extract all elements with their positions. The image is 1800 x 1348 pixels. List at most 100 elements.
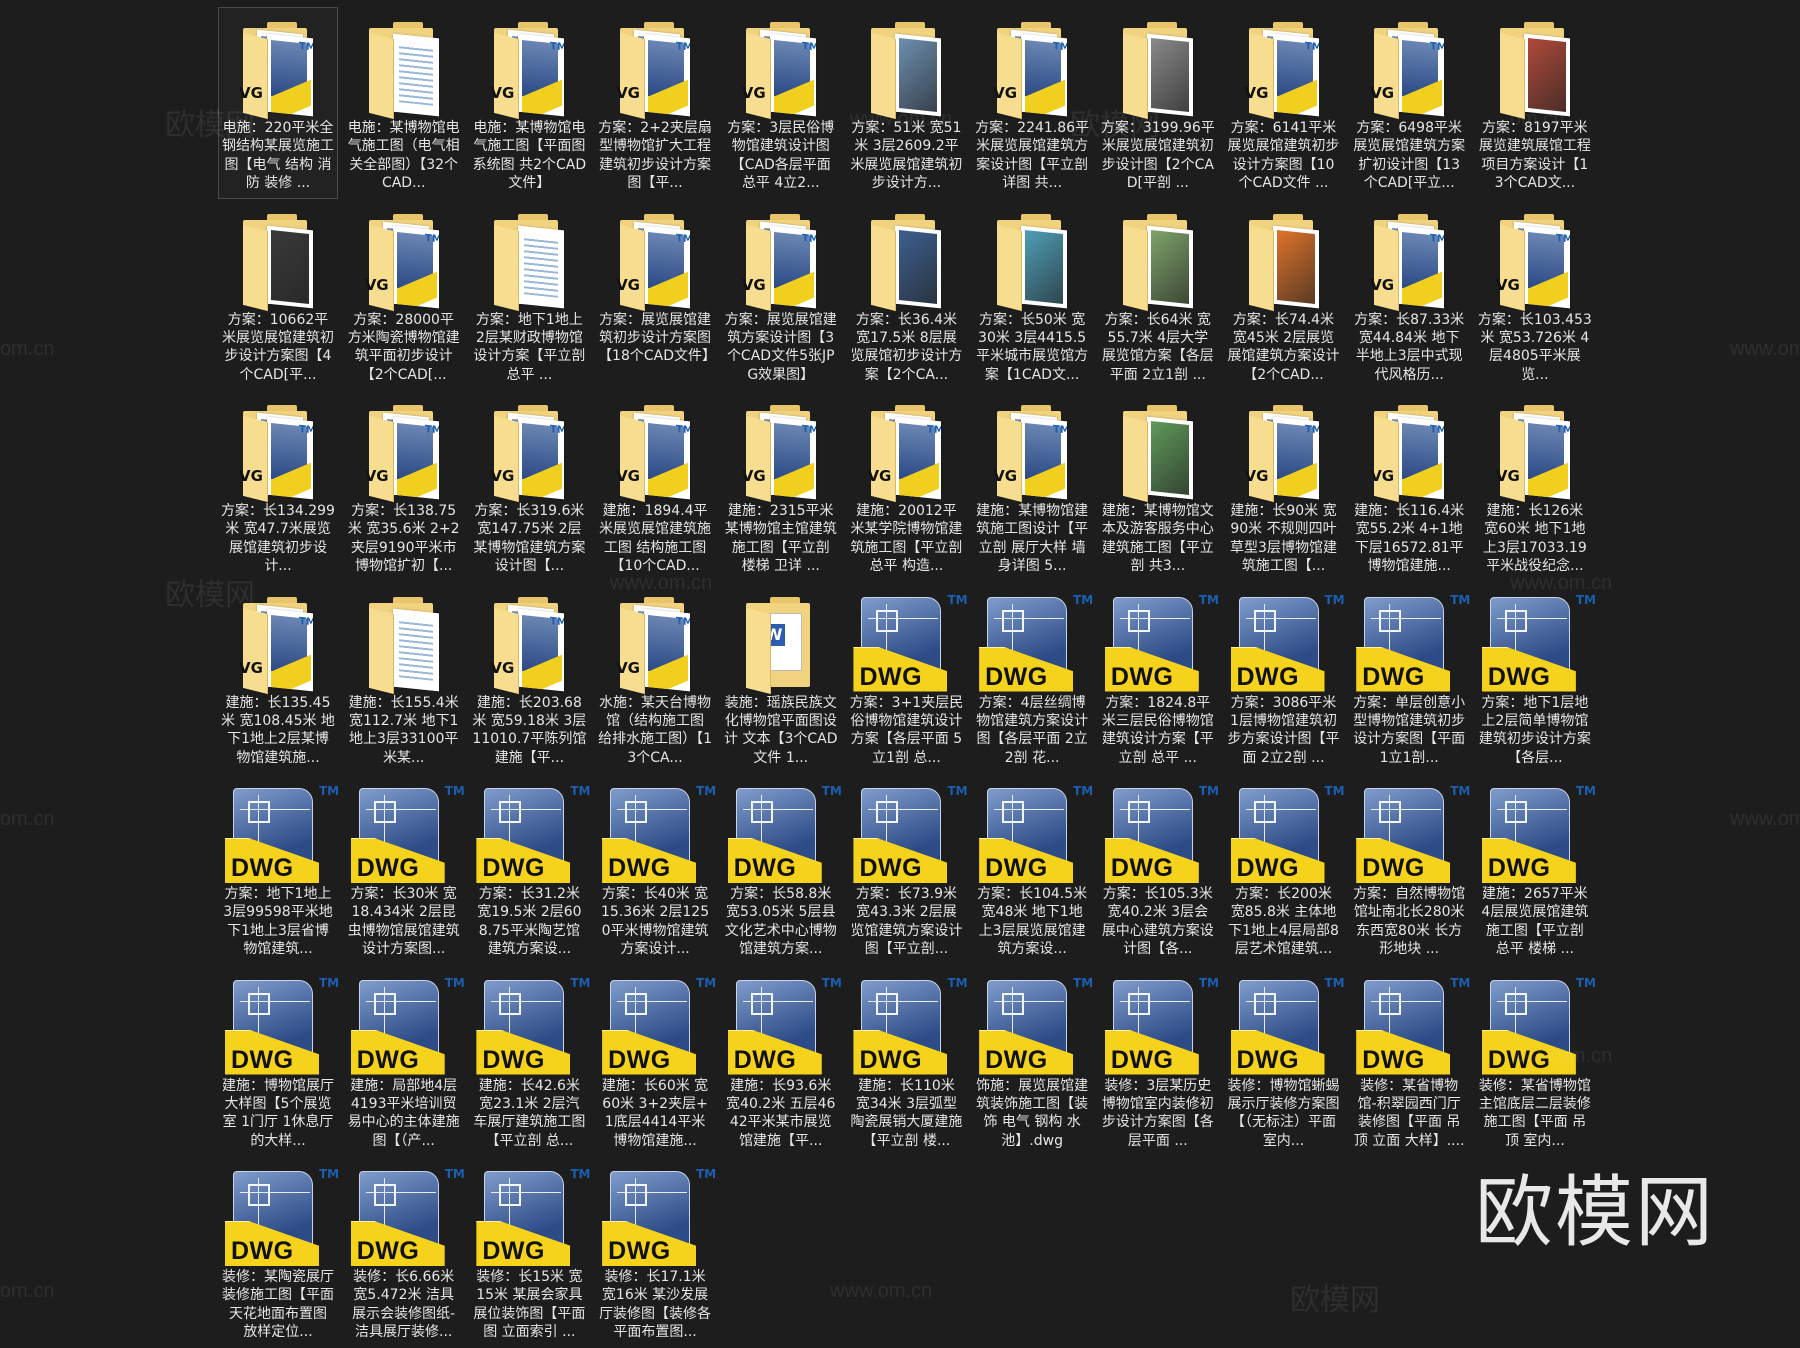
- file-item[interactable]: 建施：某博物馆文本及游客服务中心建筑施工图【平立剖 共3...: [1098, 390, 1218, 582]
- file-name-label: 电施：某博物馆电气施工图（电气相关全部图）【32个CAD...: [347, 120, 460, 192]
- file-item[interactable]: TM TM VG方案：6498平米展览展馆建筑方案扩初设计图【13个CAD[平立…: [1349, 7, 1469, 199]
- file-item[interactable]: TM TM VG方案：长87.33米 宽44.84米 地下半地上3层中式现代风格…: [1349, 199, 1469, 391]
- file-item[interactable]: 方案：地下1地上2层某财政博物馆设计方案【平立剖 总平 ...: [469, 199, 589, 391]
- file-name-label: 方案：展览展馆建筑初步设计方案图【18个CAD文件】: [598, 311, 713, 365]
- file-item[interactable]: DWG TM 装修：长15米 宽15米 某展会家具展位装饰图【平面图 立面索引 .…: [469, 1156, 590, 1348]
- file-item[interactable]: DWG TM 方案：长200米 宽85.8米 主体地下1地上4层局部8层艺术馆建筑…: [1224, 773, 1345, 965]
- dwg-folder-icon: TM TM VG: [227, 399, 331, 503]
- file-item[interactable]: TM TM VG建施：某博物馆建筑施工图设计【平立剖 展厅大样 墙身详图 5..…: [972, 390, 1092, 582]
- file-item[interactable]: 方案：长64米 宽55.7米 4层大学展览馆方案【各层平面 2立1剖 ...: [1098, 199, 1218, 391]
- file-name-label: 建施：长155.4米 宽112.7米 地下1地上3层33100平米某...: [348, 694, 459, 766]
- file-item[interactable]: DWG TM 方案：长30米 宽18.434米 2层昆虫博物馆展馆建筑设计方案图.…: [344, 773, 465, 965]
- file-item[interactable]: TM TM VG方案：2241.86平米展览展馆建筑方案设计图【平立剖 详图 共…: [972, 7, 1092, 199]
- file-item[interactable]: DWG TM 建施：长93.6米 宽40.2米 五层4642平米某市展览馆建施【平…: [721, 965, 842, 1157]
- file-item[interactable]: TM TM VG建施：20012平米某学院博物馆建筑施工图【平立剖 总平 构造.…: [846, 390, 966, 582]
- dwg-file-icon: DWG TM: [1481, 974, 1596, 1075]
- file-item[interactable]: DWG TM 方案：长40米 宽15.36米 2层1250平米博物馆建筑方案设计.…: [595, 773, 716, 965]
- file-item[interactable]: TM TM VG方案：长319.6米 宽147.75米 2层某博物馆建筑方案设计…: [469, 390, 589, 582]
- file-item[interactable]: DWG TM 装修：某陶瓷展厅装修施工图【平面天花地面布置图 放样定位...: [218, 1156, 339, 1348]
- file-name-label: 建施：2315平米某博物馆主馆建筑施工图【平立剖 楼梯 卫详 ...: [724, 503, 837, 575]
- file-item[interactable]: TM TM VG方案：展览展馆建筑方案设计图【3个CAD文件5张JPG效果图】: [721, 199, 841, 391]
- file-item[interactable]: TM TM VG建施：长126米 宽60米 地下1地上3层17033.19平米战…: [1475, 390, 1595, 582]
- file-item[interactable]: DWG TM 方案：4层丝绸博物馆建筑方案设计图【各层平面 2立2剖 花...: [972, 582, 1093, 774]
- file-item[interactable]: DWG TM 方案：地下1层地上2层简单博物馆建筑初步设计方案【各层...: [1475, 582, 1596, 774]
- file-item[interactable]: DWG TM 方案：自然博物馆 馆址南北长280米东西宽80米 长方形地块 ...: [1349, 773, 1470, 965]
- file-item[interactable]: DWG TM 建施：局部地4层4193平米培训贸易中心的主体建施图【（产...: [344, 965, 465, 1157]
- file-item[interactable]: TM TM VG方案：3层民俗博物馆建筑设计图【CAD各层平面 总平 4立2..…: [721, 7, 841, 199]
- file-name-label: 建施：某博物馆建筑施工图设计【平立剖 展厅大样 墙身详图 5...: [976, 503, 1089, 575]
- file-item[interactable]: TM TM VG方案：长134.299米 宽47.7米展览展馆建筑初步设计...: [218, 390, 338, 582]
- file-item[interactable]: DWG TM 装修：博物馆蜥蜴展示厅装修方案图【（无标注）平面 室内...: [1224, 965, 1345, 1157]
- dwg-file-icon: DWG TM: [1230, 591, 1345, 692]
- dwg-file-icon: DWG TM: [350, 782, 465, 883]
- file-item[interactable]: DWG TM 方案：1824.8平米三层民俗博物馆建筑设计方案【平立剖 总平 ..…: [1098, 582, 1219, 774]
- file-item[interactable]: DWG TM 建施：博物馆展厅大样图【5个展览室 1门厅 1休息厅的大样...: [218, 965, 339, 1157]
- file-item[interactable]: DWG TM 装修：某省博物馆-积翠园西门厅装修图【平面 吊顶 立面 大样】...…: [1349, 965, 1471, 1157]
- dwg-file-icon: DWG TM: [350, 974, 465, 1075]
- file-item[interactable]: DWG TM 饰施：展览展馆建筑装饰施工图【装饰 电气 钢构 水池】.dwg: [972, 965, 1093, 1157]
- file-name-label: 方案：3层民俗博物馆建筑设计图【CAD各层平面 总平 4立2...: [727, 120, 835, 192]
- file-item[interactable]: TM TM VG电施：220平米全钢结构某展览施工图【电气 结构 消防 装修 .…: [218, 7, 338, 199]
- file-name-label: 建施：长60米 宽60米 3+2夹层+1底层4414平米博物馆建施...: [601, 1077, 709, 1149]
- file-name-label: 水施：某天台博物馆（结构施工图 给排水施工图）【13个CA...: [598, 694, 713, 766]
- file-item[interactable]: DWG TM 方案：长31.2米 宽19.5米 2层608.75平米陶艺馆建筑方案…: [469, 773, 591, 965]
- file-item[interactable]: 方案：8197平米展览建筑展馆工程项目方案设计【13个CAD文...: [1475, 7, 1595, 199]
- file-item[interactable]: 方案：51米 宽51米 3层2609.2平米展览展馆建筑初步设计方...: [846, 7, 966, 199]
- file-item[interactable]: DWG TM 方案：地下1地上3层99598平米地下1地上3层省博物馆建筑...: [218, 773, 339, 965]
- file-item[interactable]: DWG TM 方案：长104.5米 宽48米 地下1地上3层展览展馆建筑方案设..…: [972, 773, 1093, 965]
- file-item[interactable]: DWG TM 方案：长105.3米 宽40.2米 3层会展中心建筑方案设计图【各.…: [1098, 773, 1219, 965]
- file-item[interactable]: DWG TM 方案：长73.9米 宽43.3米 2层展览馆建筑方案设计图【平立剖.…: [846, 773, 968, 965]
- file-item[interactable]: TM TM VG方案：6141平米展览展馆建筑初步设计方案图【10个CAD文件 …: [1224, 7, 1344, 199]
- file-name-label: 方案：8197平米展览建筑展馆工程项目方案设计【13个CAD文...: [1478, 120, 1591, 192]
- file-item[interactable]: 电施：某博物馆电气施工图（电气相关全部图）【32个CAD...: [344, 7, 464, 199]
- file-item[interactable]: TM TM VG方案：28000平方米陶瓷博物馆建筑平面初步设计【2个CAD[.…: [344, 199, 464, 391]
- file-item[interactable]: TM TM VG建施：2315平米某博物馆主馆建筑施工图【平立剖 楼梯 卫详 .…: [721, 390, 841, 582]
- dwg-file-icon: DWG TM: [1230, 782, 1345, 883]
- file-name-label: 装修：某省博物馆-积翠园西门厅装修图【平面 吊顶 立面 大样】....: [1353, 1077, 1465, 1149]
- file-name-label: 方案：长104.5米 宽48米 地下1地上3层展览展馆建筑方案设...: [977, 886, 1088, 958]
- file-item[interactable]: DWG TM 装修：长17.1米 宽16米 某沙发展厅装修图【装修各平面布置图..…: [595, 1156, 716, 1348]
- file-name-label: 方案：长103.453米 宽53.726米 4层4805平米展览...: [1477, 311, 1592, 383]
- file-item[interactable]: 建施：长155.4米 宽112.7米 地下1地上3层33100平米某...: [344, 582, 464, 774]
- file-item[interactable]: TM TM VG方案：长103.453米 宽53.726米 4层4805平米展览…: [1475, 199, 1595, 391]
- file-name-label: 方案：长50米 宽30米 3层4415.5平米城市展览馆方案【1CAD文...: [976, 311, 1089, 383]
- file-item[interactable]: DWG TM 方案：3086平米1层博物馆建筑初步方案设计图【平面 2立2剖 ..…: [1224, 582, 1345, 774]
- dwg-file-icon: DWG TM: [727, 974, 842, 1075]
- file-item[interactable]: DWG TM 方案：3+1夹层民俗博物馆建筑设计方案【各层平面 5立1剖 总...: [846, 582, 968, 774]
- file-name-label: 方案：6141平米展览展馆建筑初步设计方案图【10个CAD文件 ...: [1227, 120, 1340, 192]
- file-item[interactable]: DWG TM 建施：2657平米4层展览展馆建筑施工图【平立剖 总平 楼梯 ...: [1475, 773, 1596, 965]
- file-item[interactable]: DWG TM 装修：长6.66米 宽5.472米 洁具展示会装修图纸-洁具展厅装修…: [344, 1156, 465, 1348]
- dwg-file-icon: DWG TM: [1104, 782, 1219, 883]
- file-item[interactable]: TM TM VG建施：长116.4米 宽55.2米 4+1地下层16572.81…: [1349, 390, 1469, 582]
- file-item[interactable]: TM TM VG建施：1894.4平米展览展馆建筑施工图 结构施工图【10个CA…: [595, 390, 715, 582]
- dwg-file-icon: DWG TM: [476, 782, 591, 883]
- file-item[interactable]: 方案：10662平米展览展馆建筑初步设计方案图【4个CAD[平...: [218, 199, 338, 391]
- dwg-folder-icon: TM TM VG: [730, 399, 834, 503]
- file-item[interactable]: TM TM VG建施：长203.68米 宽59.18米 3层11010.7平陈列…: [469, 582, 589, 774]
- file-item[interactable]: TM TM VG建施：长90米 宽90米 不规则四叶草型3层博物馆建筑施工图【.…: [1224, 390, 1344, 582]
- file-item[interactable]: DWG TM 方案：长58.8米 宽53.05米 5层县文化艺术中心博物馆建筑方案…: [721, 773, 842, 965]
- file-item[interactable]: TM TM VG方案：展览展馆建筑初步设计方案图【18个CAD文件】: [595, 199, 715, 391]
- file-item[interactable]: TM TM VG水施：某天台博物馆（结构施工图 给排水施工图）【13个CA...: [595, 582, 715, 774]
- file-item[interactable]: DWG TM 建施：长60米 宽60米 3+2夹层+1底层4414平米博物馆建施.…: [595, 965, 716, 1157]
- file-item[interactable]: DWG TM 建施：长42.6米 宽23.1米 2层汽车展厅建筑施工图【平立剖 总…: [469, 965, 590, 1157]
- file-item[interactable]: TM TM VG电施：某博物馆电气施工图【平面图 系统图 共2个CAD文件】: [469, 7, 589, 199]
- file-item[interactable]: 方案：长74.4米 宽45米 2层展览展馆建筑方案设计【2个CAD...: [1224, 199, 1344, 391]
- doc-folder-icon: [478, 208, 582, 311]
- file-item[interactable]: W 装施：瑶族民族文化博物馆平面图设计 文本【3个CAD文件 1...: [721, 582, 841, 774]
- file-item[interactable]: TM TM VG方案：长138.75米 宽35.6米 2+2夹层9190平米市博…: [344, 390, 464, 582]
- file-item[interactable]: DWG TM 建施：长110米 宽34米 3层弧型陶瓷展销大厦建施【平立剖 楼..…: [846, 965, 967, 1157]
- file-item[interactable]: TM TM VG建施：长135.45米 宽108.45米 地下1地上2层某博物馆…: [218, 582, 338, 774]
- file-item[interactable]: TM TM VG方案：2+2夹层扇型博物馆扩大工程建筑初步设计方案图【平...: [595, 7, 715, 199]
- file-item[interactable]: 方案：3199.96平米展览展馆建筑初步设计图【2个CAD[平剖 ...: [1098, 7, 1218, 199]
- file-item[interactable]: 方案：长50米 宽30米 3层4415.5平米城市展览馆方案【1CAD文...: [972, 199, 1092, 391]
- dwg-folder-icon: TM TM VG: [1358, 16, 1462, 120]
- file-name-label: 方案：2241.86平米展览展馆建筑方案设计图【平立剖 详图 共...: [975, 120, 1090, 192]
- file-item[interactable]: DWG TM 装修：3层某历史博物馆室内装修初步设计方案图【各层平面 ...: [1098, 965, 1219, 1157]
- file-name-label: 方案：地下1地上3层99598平米地下1地上3层省博物馆建筑...: [223, 886, 333, 958]
- file-item[interactable]: 方案：长36.4米 宽17.5米 8层展览展馆初步设计方案【2个CA...: [846, 199, 966, 391]
- file-item[interactable]: DWG TM 方案：单层创意小型博物馆建筑初步设计方案图【平面 1立1剖...: [1349, 582, 1470, 774]
- file-item[interactable]: DWG TM 装修：某省博物馆主馆底层二层装修施工图【平面 吊顶 室内...: [1475, 965, 1596, 1157]
- dwg-file-icon: DWG TM: [853, 782, 968, 883]
- dwg-folder-icon: TM TM VG: [478, 16, 582, 120]
